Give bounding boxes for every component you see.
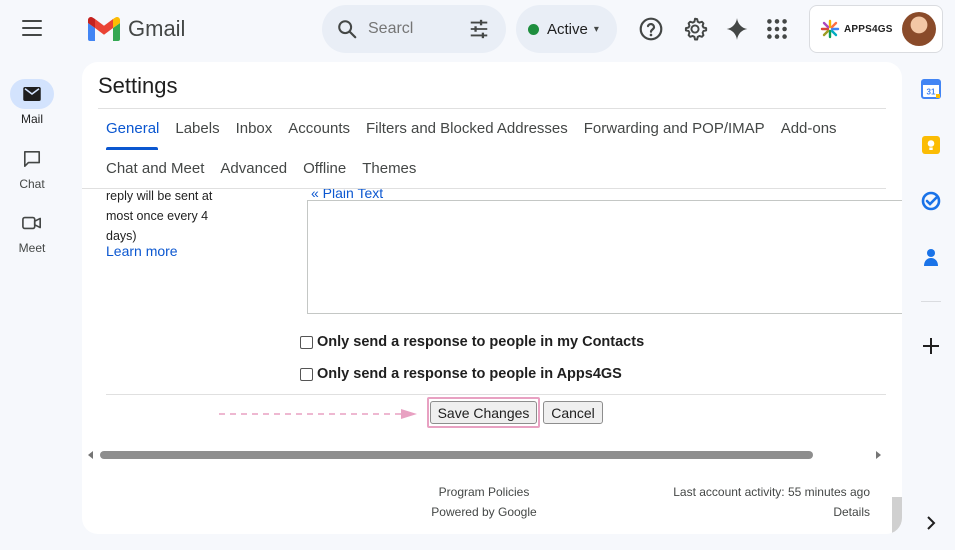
page-title: Settings	[98, 73, 178, 98]
contacts-only-label: Only send a response to people in my Con…	[317, 334, 645, 350]
nav-meet-pill	[10, 208, 54, 238]
contacts-only-checkbox[interactable]	[300, 335, 313, 349]
tab-advanced[interactable]: Advanced	[212, 160, 295, 177]
domain-only-label: Only send a response to people in Apps4G…	[317, 366, 622, 382]
status-dropdown[interactable]: Active ▾	[516, 5, 617, 53]
menu-line	[22, 20, 42, 22]
tab-offline[interactable]: Offline	[295, 160, 354, 177]
tab-inbox[interactable]: Inbox	[228, 120, 281, 137]
avatar[interactable]	[902, 12, 936, 46]
keep-app[interactable]	[917, 131, 945, 159]
account-switcher[interactable]: APPS4GS	[809, 5, 943, 53]
status-label: Active	[547, 20, 588, 38]
nav-meet[interactable]: Meet	[0, 208, 64, 255]
details-link[interactable]: Details	[833, 502, 870, 522]
contacts-only-option[interactable]: Only send a response to people in my Con…	[300, 334, 644, 350]
tab-accounts[interactable]: Accounts	[280, 120, 358, 137]
description-line: reply will be sent at	[106, 189, 213, 203]
search-bar[interactable]	[322, 5, 506, 53]
domain-only-option[interactable]: Only send a response to people in Apps4G…	[300, 366, 622, 382]
tab-forwarding[interactable]: Forwarding and POP/IMAP	[576, 120, 773, 137]
tab-chat-and-meet[interactable]: Chat and Meet	[98, 160, 212, 177]
nav-meet-label: Meet	[18, 241, 46, 255]
buttons-divider	[106, 394, 886, 395]
chat-icon	[23, 150, 41, 168]
contacts-icon	[924, 249, 938, 266]
tasks-app[interactable]	[917, 187, 945, 215]
nav-mail-label: Mail	[20, 112, 43, 126]
svg-text:31: 31	[927, 88, 936, 97]
sparkle-icon[interactable]	[724, 16, 750, 42]
search-options-icon[interactable]	[468, 18, 490, 40]
menu-line	[22, 27, 42, 29]
mail-icon	[23, 87, 41, 101]
menu-line	[22, 34, 42, 36]
vacation-message-editor[interactable]	[307, 200, 902, 314]
nav-mail-pill	[10, 79, 54, 109]
contacts-app[interactable]	[917, 243, 945, 271]
settings-panel: Settings General Labels Inbox Accounts F…	[82, 62, 902, 534]
plus-icon	[923, 338, 939, 354]
tab-labels[interactable]: Labels	[167, 120, 227, 137]
nav-chat-label: Chat	[19, 177, 45, 191]
calendar-app[interactable]: 31	[917, 75, 945, 103]
gear-icon[interactable]	[682, 16, 708, 42]
help-icon[interactable]	[638, 16, 664, 42]
tab-addons[interactable]: Add-ons	[773, 120, 845, 137]
program-policies-link[interactable]: Program Policies	[422, 482, 546, 502]
chevron-right-icon	[927, 516, 936, 530]
powered-by-text: Powered by Google	[431, 505, 537, 519]
last-activity-text: Last account activity: 55 minutes ago	[673, 485, 870, 499]
gmail-logo[interactable]: Gmail	[88, 16, 185, 42]
rail-divider	[921, 301, 941, 302]
account-brand: APPS4GS	[844, 23, 893, 35]
chevron-down-icon: ▾	[593, 23, 599, 35]
nav-mail[interactable]: Mail	[0, 79, 64, 126]
keep-icon	[922, 136, 940, 154]
domain-only-checkbox[interactable]	[300, 367, 313, 381]
cancel-button[interactable]: Cancel	[543, 401, 603, 424]
tab-row-primary: General Labels Inbox Accounts Filters an…	[98, 120, 845, 137]
vertical-scrollbar-thumb[interactable]	[892, 497, 902, 534]
save-changes-button[interactable]: Save Changes	[430, 401, 537, 424]
search-input[interactable]	[368, 20, 458, 38]
vacation-description: reply will be sent at most once every 4 …	[106, 189, 226, 246]
learn-more-link[interactable]: Learn more	[106, 243, 178, 259]
horizontal-scrollbar-thumb[interactable]	[100, 451, 813, 459]
tab-filters[interactable]: Filters and Blocked Addresses	[358, 120, 576, 137]
settings-content: reply will be sent at most once every 4 …	[82, 189, 902, 534]
tab-row-secondary: Chat and Meet Advanced Offline Themes	[98, 160, 424, 177]
expand-side-panel-button[interactable]	[917, 509, 945, 537]
selected-tab-indicator	[106, 147, 158, 150]
nav-chat-pill	[10, 144, 54, 174]
calendar-icon: 31	[921, 79, 941, 99]
gmail-wordmark: Gmail	[128, 16, 186, 41]
nav-chat[interactable]: Chat	[0, 144, 64, 191]
search-icon[interactable]	[336, 18, 358, 40]
scroll-left-arrow[interactable]	[88, 451, 93, 459]
status-dot	[528, 23, 539, 35]
description-line: most once every 4	[106, 209, 209, 223]
title-divider	[98, 108, 886, 109]
tab-themes[interactable]: Themes	[354, 160, 424, 177]
dashed-arrow-annotation	[219, 409, 417, 419]
gmail-m-icon	[88, 17, 120, 41]
video-icon	[22, 216, 41, 230]
apps4gs-logo-icon	[820, 19, 840, 39]
tasks-icon	[921, 191, 941, 211]
scroll-right-arrow[interactable]	[876, 451, 881, 459]
tab-general[interactable]: General	[98, 120, 167, 137]
main-menu-button[interactable]	[22, 20, 42, 36]
apps-grid-icon[interactable]	[764, 16, 790, 42]
get-addons-button[interactable]	[917, 332, 945, 360]
